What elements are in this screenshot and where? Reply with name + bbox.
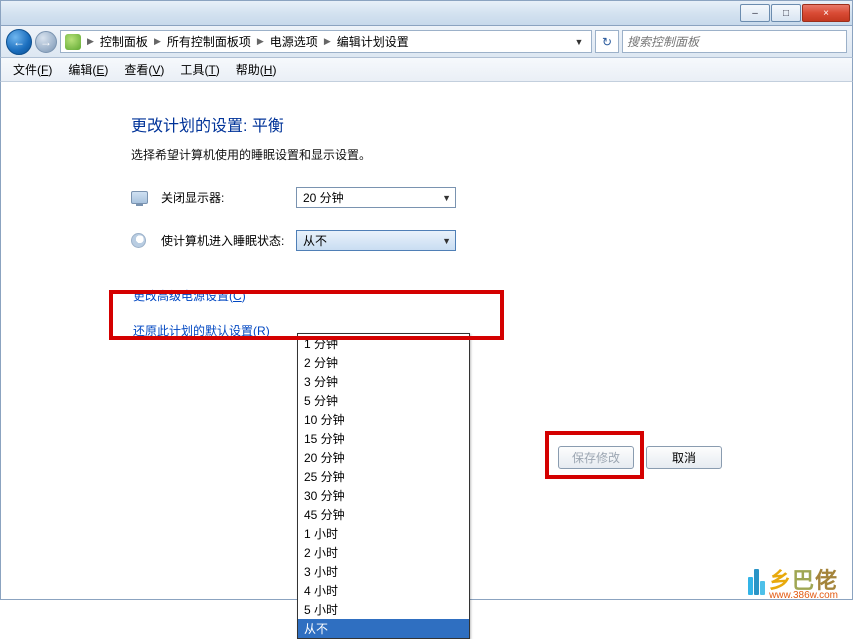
menu-bar: 文件(F) 编辑(E) 查看(V) 工具(T) 帮助(H) [0,58,853,82]
dropdown-option[interactable]: 1 分钟 [298,334,469,353]
content-area: 更改计划的设置: 平衡 选择希望计算机使用的睡眠设置和显示设置。 关闭显示器: … [0,82,853,600]
dropdown-option[interactable]: 5 小时 [298,600,469,619]
dropdown-option[interactable]: 10 分钟 [298,410,469,429]
cancel-button[interactable]: 取消 [646,446,722,469]
advanced-power-settings-link[interactable]: 更改高级电源设置(C) [133,287,852,304]
refresh-button[interactable]: ↻ [595,30,619,53]
search-box[interactable] [622,30,847,53]
row-sleep: 使计算机进入睡眠状态: 从不 ▼ [131,230,721,251]
sleep-dropdown-list[interactable]: 1 分钟 2 分钟 3 分钟 5 分钟 10 分钟 15 分钟 20 分钟 25… [297,333,470,639]
links-section: 更改高级电源设置(C) 还原此计划的默认设置(R) [1,287,852,339]
nav-forward-button[interactable]: → [35,31,57,53]
dropdown-option-selected[interactable]: 从不 [298,619,469,638]
watermark-url: www.386w.com [769,590,838,601]
breadcrumb-seg-edit-plan[interactable]: 编辑计划设置 [337,33,409,50]
menu-file[interactable]: 文件(F) [7,58,58,81]
monitor-icon [131,191,148,204]
dropdown-option[interactable]: 5 分钟 [298,391,469,410]
maximize-button[interactable]: □ [771,4,801,22]
window-titlebar: – □ × [0,0,853,26]
chevron-right-icon: ▶ [257,36,264,47]
page-title: 更改计划的设置: 平衡 [131,112,721,136]
dropdown-option[interactable]: 25 分钟 [298,467,469,486]
close-button[interactable]: × [802,4,850,22]
breadcrumb-seg-all-items[interactable]: 所有控制面板项 [167,33,251,50]
dropdown-option[interactable]: 3 分钟 [298,372,469,391]
watermark-logo-icon [748,569,765,595]
search-input[interactable] [627,35,842,49]
dropdown-option[interactable]: 15 分钟 [298,429,469,448]
moon-icon [131,233,146,248]
menu-tools[interactable]: 工具(T) [174,58,225,81]
window-controls: – □ × [740,4,850,22]
minimize-button[interactable]: – [740,4,770,22]
chevron-down-icon: ▼ [442,193,451,203]
restore-defaults-link[interactable]: 还原此计划的默认设置(R) [133,322,852,339]
sleep-combo[interactable]: 从不 ▼ [296,230,456,251]
sleep-value: 从不 [303,232,327,249]
breadcrumb-seg-control-panel[interactable]: 控制面板 [100,33,148,50]
sleep-label: 使计算机进入睡眠状态: [161,232,296,249]
chevron-down-icon: ▼ [442,236,451,246]
turn-off-display-value: 20 分钟 [303,189,344,206]
dropdown-option[interactable]: 20 分钟 [298,448,469,467]
breadcrumb-dropdown[interactable]: ▼ [571,37,587,47]
row-turn-off-display: 关闭显示器: 20 分钟 ▼ [131,187,721,208]
breadcrumb-seg-power-options[interactable]: 电源选项 [270,33,318,50]
dropdown-option[interactable]: 2 小时 [298,543,469,562]
dropdown-option[interactable]: 1 小时 [298,524,469,543]
breadcrumb[interactable]: ▶ 控制面板 ▶ 所有控制面板项 ▶ 电源选项 ▶ 编辑计划设置 ▼ [60,30,592,53]
address-bar: ← → ▶ 控制面板 ▶ 所有控制面板项 ▶ 电源选项 ▶ 编辑计划设置 ▼ ↻ [0,26,853,58]
arrow-left-icon: ← [13,35,25,49]
refresh-icon: ↻ [602,35,612,49]
dropdown-option[interactable]: 45 分钟 [298,505,469,524]
chevron-right-icon: ▶ [87,36,94,47]
page-description: 选择希望计算机使用的睡眠设置和显示设置。 [131,146,721,163]
turn-off-display-combo[interactable]: 20 分钟 ▼ [296,187,456,208]
menu-view[interactable]: 查看(V) [118,58,170,81]
menu-edit[interactable]: 编辑(E) [62,58,114,81]
chevron-right-icon: ▶ [324,36,331,47]
dropdown-option[interactable]: 4 小时 [298,581,469,600]
dropdown-option[interactable]: 2 分钟 [298,353,469,372]
chevron-right-icon: ▶ [154,36,161,47]
save-button[interactable]: 保存修改 [558,446,634,469]
button-row: 保存修改 取消 [558,446,722,469]
arrow-right-icon: → [40,35,52,49]
dropdown-option[interactable]: 3 小时 [298,562,469,581]
turn-off-display-label: 关闭显示器: [161,189,296,206]
control-panel-icon [65,34,81,50]
nav-back-button[interactable]: ← [6,29,32,55]
dropdown-option[interactable]: 30 分钟 [298,486,469,505]
menu-help[interactable]: 帮助(H) [230,58,283,81]
